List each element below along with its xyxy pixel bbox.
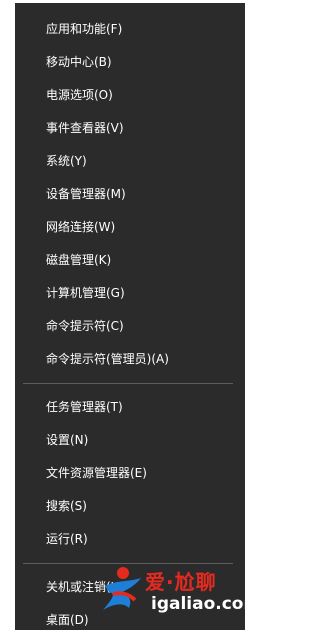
menu-item-device-manager[interactable]: 设备管理器(M) bbox=[15, 178, 245, 211]
menu-item-command-prompt-admin[interactable]: 命令提示符(管理员)(A) bbox=[15, 343, 245, 376]
watermark-url: igaliao.com bbox=[151, 594, 262, 614]
menu-item-disk-management[interactable]: 磁盘管理(K) bbox=[15, 244, 245, 277]
menu-item-command-prompt[interactable]: 命令提示符(C) bbox=[15, 310, 245, 343]
menu-item-network-connections[interactable]: 网络连接(W) bbox=[15, 211, 245, 244]
watermark: 爱·尬聊 igaliao.com bbox=[95, 560, 262, 622]
menu-item-mobility-center[interactable]: 移动中心(B) bbox=[15, 46, 245, 79]
menu-item-power-options[interactable]: 电源选项(O) bbox=[15, 79, 245, 112]
menu-item-apps-features[interactable]: 应用和功能(F) bbox=[15, 13, 245, 46]
context-menu: 应用和功能(F) 移动中心(B) 电源选项(O) 事件查看器(V) 系统(Y) … bbox=[15, 3, 245, 630]
menu-item-system[interactable]: 系统(Y) bbox=[15, 145, 245, 178]
menu-item-task-manager[interactable]: 任务管理器(T) bbox=[15, 391, 245, 424]
menu-item-event-viewer[interactable]: 事件查看器(V) bbox=[15, 112, 245, 145]
watermark-title: 爱·尬聊 bbox=[145, 570, 217, 594]
menu-item-file-explorer[interactable]: 文件资源管理器(E) bbox=[15, 457, 245, 490]
watermark-logo-icon bbox=[103, 567, 141, 610]
menu-item-search[interactable]: 搜索(S) bbox=[15, 490, 245, 523]
menu-item-settings[interactable]: 设置(N) bbox=[15, 424, 245, 457]
menu-item-run[interactable]: 运行(R) bbox=[15, 523, 245, 556]
menu-item-computer-management[interactable]: 计算机管理(G) bbox=[15, 277, 245, 310]
menu-separator bbox=[23, 383, 233, 384]
